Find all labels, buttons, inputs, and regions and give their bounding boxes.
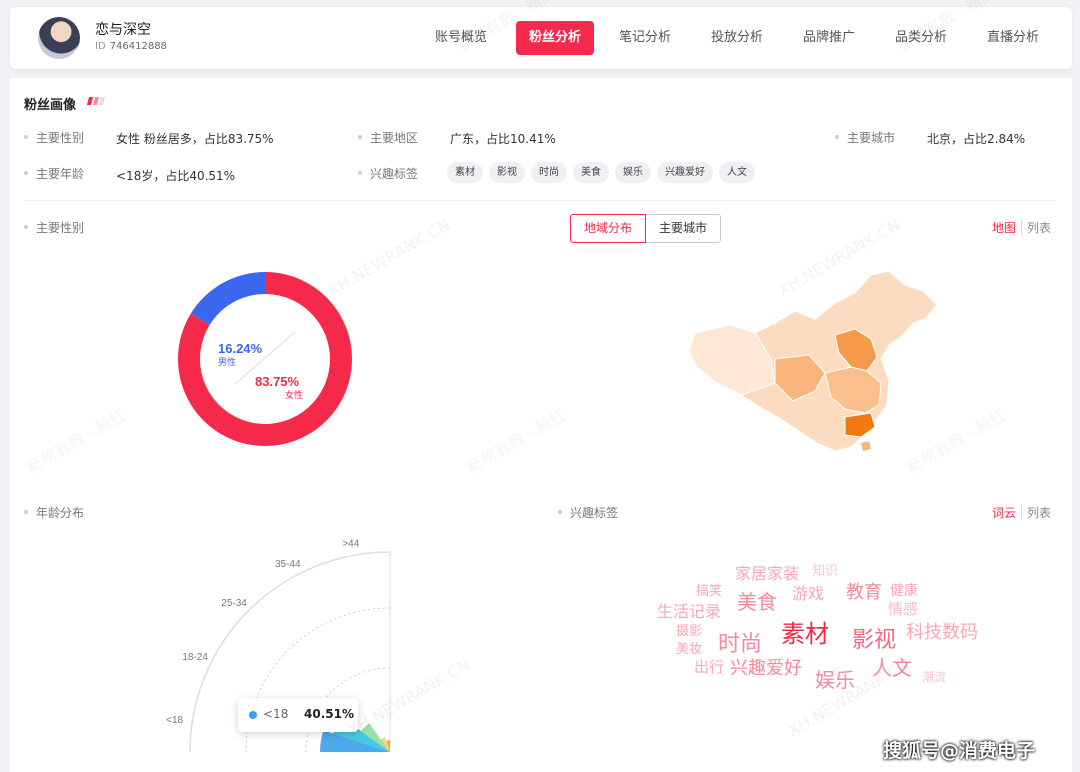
interest-tag: 素材 — [447, 162, 483, 183]
view-map-button[interactable]: 地图 — [987, 219, 1021, 236]
cloud-word: 知识 — [812, 564, 839, 579]
section-title: 粉丝画像 — [24, 98, 77, 113]
region-label: 主要地区 — [357, 131, 419, 145]
tab-brand-promotion[interactable]: 品牌推广 — [783, 21, 875, 55]
tooltip-color-dot — [249, 711, 257, 719]
cloud-word: 教育 — [846, 582, 882, 603]
age-category-label: 25-34 — [221, 598, 247, 609]
tab-ads-analysis[interactable]: 投放分析 — [691, 21, 783, 55]
avatar[interactable] — [38, 17, 80, 59]
cloud-word: 影视 — [852, 628, 897, 653]
interest-label: 兴趣标签 — [357, 167, 419, 181]
tab-main-cities[interactable]: 主要城市 — [646, 214, 722, 243]
view-list-button[interactable]: 列表 — [1021, 219, 1056, 236]
watermark: 新榜有数 · 新红 — [463, 405, 570, 478]
interest-tag-list: 素材 影视 时尚 美食 娱乐 兴趣爱好 人文 — [447, 162, 755, 183]
male-pct: 16.24% — [218, 341, 263, 356]
divider — [24, 200, 1056, 201]
interest-tag: 美食 — [573, 162, 609, 183]
nav-tabs: 账号概览 粉丝分析 笔记分析 投放分析 品牌推广 品类分析 直播分析 — [415, 21, 1059, 55]
city-label: 主要城市 — [834, 131, 896, 145]
region-value: 广东，占比10.41% — [450, 132, 556, 146]
region-view-switch: 地图 列表 — [987, 219, 1056, 236]
tooltip-value: 40.51% — [304, 707, 354, 721]
map-hainan-region — [861, 441, 871, 451]
tab-notes-analysis[interactable]: 笔记分析 — [599, 21, 691, 55]
cloud-word: 人文 — [872, 656, 912, 680]
cloud-word: 美食 — [737, 590, 777, 614]
cloud-word: 出行 — [694, 658, 725, 676]
age-label: 主要年龄 — [23, 167, 85, 181]
view-list-button[interactable]: 列表 — [1021, 504, 1056, 521]
id-label: ID — [95, 41, 106, 52]
cloud-word: 家居家装 — [735, 564, 800, 583]
age-tooltip: <18 40.51% — [238, 698, 358, 732]
interest-tag: 时尚 — [531, 162, 567, 183]
age-chart-label: 年龄分布 — [23, 506, 85, 520]
cloud-word: 潮流 — [922, 670, 947, 684]
tab-region-distribution[interactable]: 地域分布 — [570, 214, 647, 243]
gender-label: 主要性别 — [23, 131, 85, 145]
tab-account-overview[interactable]: 账号概览 — [415, 21, 507, 55]
cloud-word: 摄影 — [676, 624, 703, 639]
age-category-label: >44 — [342, 539, 359, 550]
gender-value: 女性 粉丝居多，占比83.75% — [116, 132, 274, 146]
cloud-word: 生活记录 — [657, 602, 722, 621]
interest-tag: 影视 — [489, 162, 525, 183]
cloud-word: 科技数码 — [906, 622, 978, 643]
gender-donut-chart: 16.24% 男性 83.75% 女性 — [178, 272, 352, 446]
interest-word-cloud: 家居家装 知识 搞笑 游戏 教育 健康 美食 生活记录 情感 摄影 素材 影视 … — [650, 478, 1010, 692]
watermark: 新榜有数 · 新红 — [23, 405, 130, 478]
age-value: <18岁，占比40.51% — [116, 169, 236, 183]
cloud-word: 健康 — [890, 583, 918, 599]
tab-category-analysis[interactable]: 品类分析 — [875, 21, 967, 55]
account-id: ID 746412888 — [95, 41, 167, 52]
age-category-label: 35-44 — [275, 559, 301, 570]
gender-chart-label: 主要性别 — [23, 221, 85, 235]
female-text: 女性 — [285, 389, 303, 401]
female-pct: 83.75% — [255, 374, 300, 389]
city-value: 北京，占比2.84% — [927, 132, 1026, 146]
cloud-word: 游戏 — [792, 584, 825, 603]
age-category-label: 18-24 — [182, 652, 208, 663]
interest-tag: 娱乐 — [615, 162, 651, 183]
interest-tag: 兴趣爱好 — [657, 162, 713, 183]
cloud-word: 情感 — [888, 600, 919, 618]
tab-live-analysis[interactable]: 直播分析 — [967, 21, 1059, 55]
cloud-word: 兴趣爱好 — [730, 658, 802, 679]
id-value: 746412888 — [109, 41, 167, 52]
interest-tag: 人文 — [719, 162, 755, 183]
tooltip-label: <18 — [263, 707, 289, 721]
age-category-label: <18 — [166, 715, 183, 726]
male-text: 男性 — [218, 356, 236, 368]
cloud-word: 素材 — [781, 620, 829, 648]
donut-slice-male[interactable] — [190, 272, 265, 326]
cloud-word: 娱乐 — [815, 668, 855, 692]
tab-fans-analysis[interactable]: 粉丝分析 — [516, 21, 594, 55]
cloud-word: 美妆 — [676, 642, 703, 657]
interest-chart-label: 兴趣标签 — [557, 506, 619, 520]
top-header: 恋与深空 ID 746412888 账号概览 粉丝分析 笔记分析 投放分析 品牌推… — [10, 7, 1072, 69]
region-toggle: 地域分布 主要城市 — [570, 214, 722, 243]
title-decoration — [86, 97, 108, 105]
account-name: 恋与深空 — [95, 22, 151, 38]
cloud-word: 搞笑 — [696, 584, 723, 599]
china-region-map[interactable] — [675, 263, 955, 473]
fans-portrait-card: 粉丝画像 主要性别 女性 粉丝居多，占比83.75% 主要地区 广东，占比10.… — [10, 0, 1072, 772]
map-guangdong-region — [844, 412, 876, 438]
footer-watermark: 搜狐号@消费电子 — [883, 740, 1036, 762]
